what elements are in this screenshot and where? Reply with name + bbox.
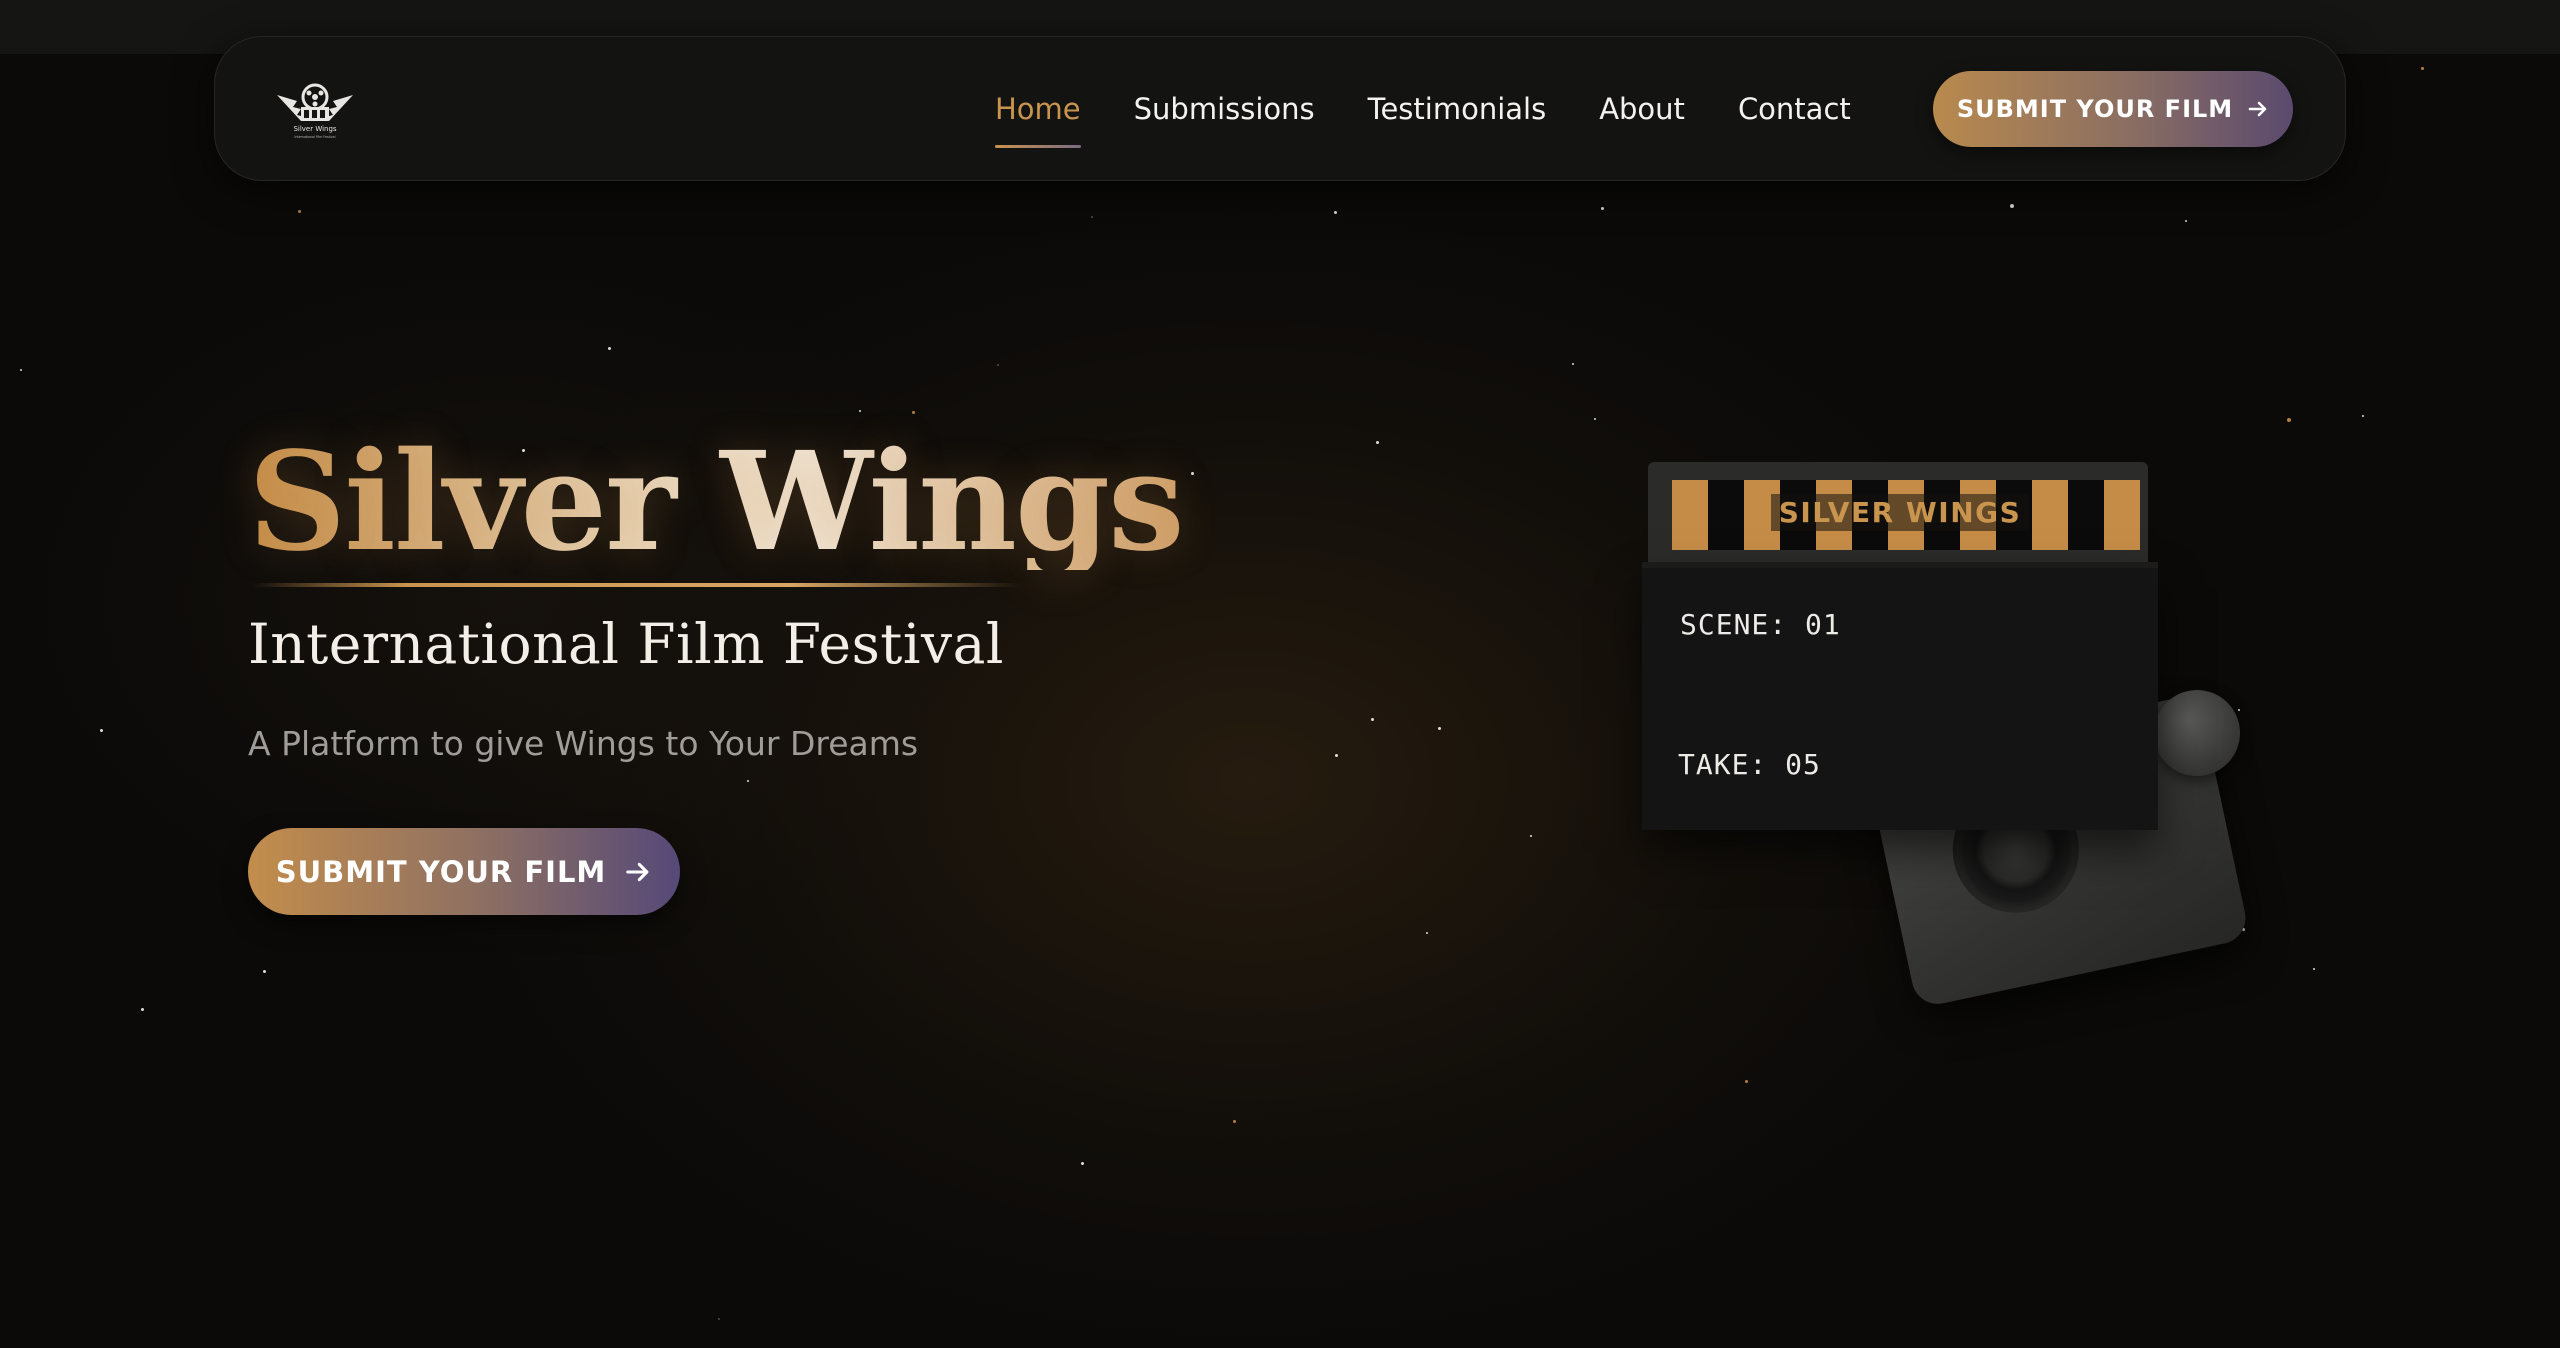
camera-reel-knob <box>2154 690 2240 776</box>
star-dot <box>20 369 22 371</box>
star-dot <box>859 410 861 412</box>
nav-link-contact[interactable]: Contact <box>1738 92 1851 126</box>
navbar: Silver Wings International Film Festival… <box>214 36 2346 181</box>
star-dot <box>1745 1080 1748 1083</box>
star-dot <box>1601 207 1604 210</box>
clapperboard-illustration: SILVER WINGS SCENE: 01 TAKE: 05 <box>1642 462 2158 830</box>
site-logo[interactable]: Silver Wings International Film Festival <box>271 77 359 141</box>
hero-subtitle: International Film Festival <box>248 612 1004 676</box>
clapperboard-body: SCENE: 01 TAKE: 05 <box>1642 568 2158 830</box>
star-dot <box>608 347 611 350</box>
star-dot <box>1572 363 1574 365</box>
clapperboard-take: TAKE: 05 <box>1678 748 1821 781</box>
star-dot <box>2313 968 2315 970</box>
clapperboard-label: SILVER WINGS <box>1642 462 2158 562</box>
star-dot <box>912 411 915 414</box>
arrow-right-icon <box>626 862 649 881</box>
star-dot <box>2421 67 2424 70</box>
star-dot <box>1191 472 1194 475</box>
hero-tagline: A Platform to give Wings to Your Dreams <box>248 724 919 763</box>
star-dot <box>100 729 103 732</box>
star-dot <box>747 780 749 782</box>
star-dot <box>2287 418 2291 422</box>
hero-submit-film-label: SUBMIT YOUR FILM <box>275 854 607 889</box>
star-dot <box>1438 727 1441 730</box>
star-dot <box>718 1318 720 1320</box>
star-dot <box>263 970 266 973</box>
film-reel-wings-logo-icon: Silver Wings International Film Festival <box>277 83 353 139</box>
arrow-right-icon <box>2248 101 2267 117</box>
star-dot <box>1081 1162 1084 1165</box>
star-dot <box>2238 709 2240 711</box>
nav-link-testimonials[interactable]: Testimonials <box>1368 92 1547 126</box>
clapperboard-scene: SCENE: 01 <box>1680 608 1841 641</box>
star-dot <box>2185 220 2187 222</box>
star-dot <box>1233 1120 1236 1123</box>
star-dot <box>2362 415 2364 417</box>
star-dot <box>1594 418 1596 420</box>
nav-submit-film-label: SUBMIT YOUR FILM <box>1956 95 2234 123</box>
logo-subtitle: International Film Festival <box>295 135 336 139</box>
hero-title: Silver Wings <box>248 422 1185 582</box>
star-dot <box>1335 754 1338 757</box>
nav-links: Home Submissions Testimonials About Cont… <box>995 37 1904 180</box>
clapperboard-label-text: SILVER WINGS <box>1770 493 2030 531</box>
star-dot <box>1426 932 1428 934</box>
star-dot <box>997 364 999 366</box>
star-dot <box>141 1008 144 1011</box>
star-dot <box>1376 441 1379 444</box>
nav-link-submissions[interactable]: Submissions <box>1134 92 1315 126</box>
star-dot <box>1091 216 1093 218</box>
star-dot <box>1334 211 1337 214</box>
star-dot <box>1530 835 1532 837</box>
logo-text: Silver Wings <box>293 125 336 133</box>
hero-title-underline <box>252 583 1022 587</box>
star-dot <box>298 210 301 213</box>
nav-link-about[interactable]: About <box>1599 92 1685 126</box>
hero-submit-film-button[interactable]: SUBMIT YOUR FILM <box>248 828 680 915</box>
star-dot <box>1371 718 1374 721</box>
nav-submit-film-button[interactable]: SUBMIT YOUR FILM <box>1933 71 2293 147</box>
nav-link-home[interactable]: Home <box>995 92 1081 148</box>
star-dot <box>2010 204 2014 208</box>
